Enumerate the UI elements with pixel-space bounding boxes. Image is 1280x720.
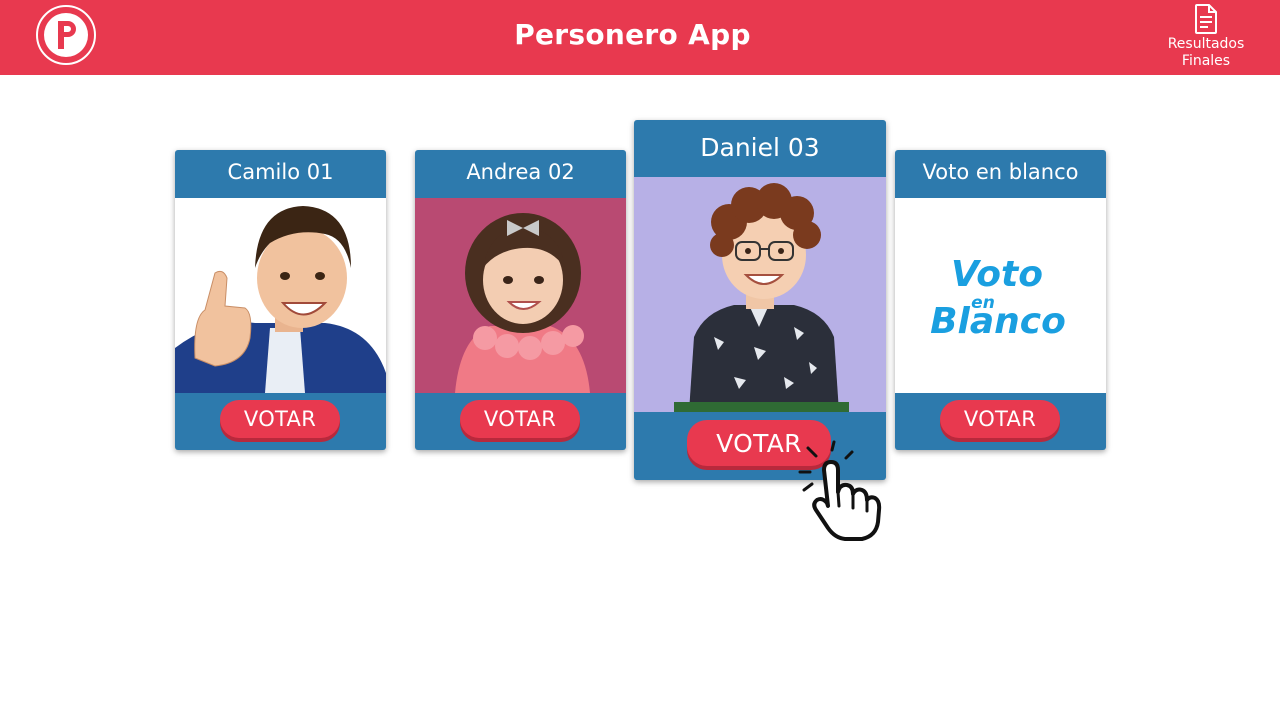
results-label-line1: Resultados [1167,36,1245,52]
vote-button-andrea[interactable]: VOTAR [460,400,580,438]
top-bar: Personero App Resultados Finales [0,0,1280,75]
candidate-name: Andrea 02 [466,160,575,184]
vote-button-camilo[interactable]: VOTAR [220,400,340,438]
candidate-card-blank-vote: Voto en blanco Voto en Blanco VOTAR [895,150,1106,450]
candidate-name: Camilo 01 [227,160,334,184]
candidate-name: Voto en blanco [922,160,1079,184]
results-label-line2: Finales [1181,53,1231,69]
candidate-photo-daniel [634,177,886,412]
blank-vote-logo: Voto en Blanco [895,198,1106,393]
candidate-photo-camilo [175,198,386,393]
candidate-card-andrea: Andrea 02 VOTAR [415,150,626,450]
app-title: Personero App [514,18,751,51]
document-icon [1195,4,1217,34]
candidate-card-camilo: Camilo 01 VOTAR [175,150,386,450]
candidate-photo-andrea [415,198,626,393]
blank-vote-logo-line1: Voto [951,254,1043,295]
candidate-name: Daniel 03 [700,133,820,162]
final-results-button[interactable]: Resultados Finales [1158,4,1254,70]
hand-pointer-icon [798,440,882,541]
blank-vote-logo-line3: Blanco [930,301,1066,342]
vote-button-blank[interactable]: VOTAR [940,400,1060,438]
candidate-card-daniel: Daniel 03 VOTAR [634,120,886,480]
